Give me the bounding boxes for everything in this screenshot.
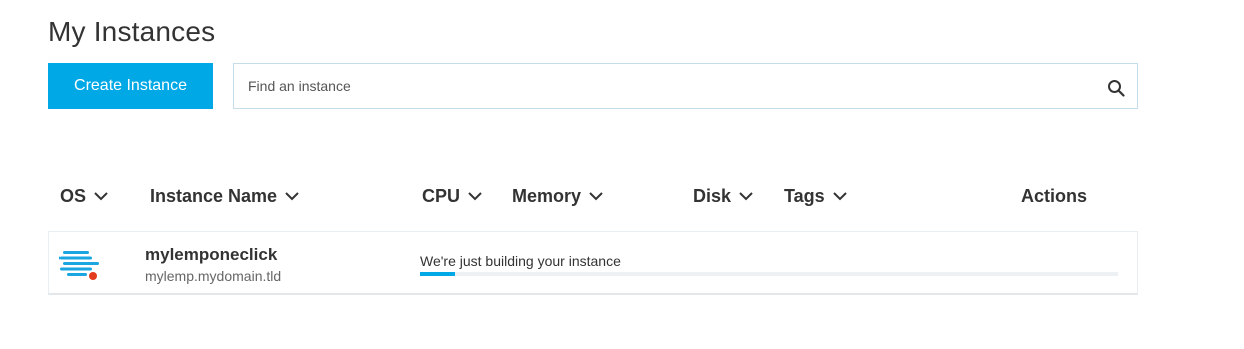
column-header-memory[interactable]: Memory [512,186,603,207]
chevron-down-icon [589,192,603,201]
column-header-label: Tags [784,186,825,206]
chevron-down-icon [832,192,847,201]
search-input[interactable] [234,64,1137,108]
column-header-label: Memory [512,186,582,206]
create-instance-button[interactable]: Create Instance [48,63,213,109]
chevron-down-icon [739,192,753,201]
page-title: My Instances [48,16,216,47]
build-progress-bar [420,272,1118,276]
column-header-instance-name[interactable]: Instance Name [150,186,299,207]
search-icon[interactable] [1107,79,1125,97]
build-status-text: We're just building your instance [420,253,621,269]
chevron-down-icon [94,192,108,201]
instance-hostname: mylemp.mydomain.tld [145,268,282,284]
column-header-label: OS [60,186,87,206]
lemp-stack-icon [59,251,99,282]
column-header-os[interactable]: OS [60,186,108,207]
search-box [233,63,1138,109]
column-header-label: Actions [1021,186,1088,206]
instance-name[interactable]: mylemponeclick [145,245,277,265]
instance-row[interactable]: mylemponeclick mylemp.mydomain.tld We're… [48,231,1138,295]
column-header-actions: Actions [1021,186,1087,207]
column-header-disk[interactable]: Disk [693,186,753,207]
column-header-label: CPU [422,186,461,206]
column-header-label: Instance Name [150,186,278,206]
column-header-tags[interactable]: Tags [784,186,847,207]
chevron-down-icon [285,192,299,201]
column-header-cpu[interactable]: CPU [422,186,482,207]
build-progress-fill [420,272,455,276]
column-header-label: Disk [693,186,732,206]
chevron-down-icon [468,192,482,201]
